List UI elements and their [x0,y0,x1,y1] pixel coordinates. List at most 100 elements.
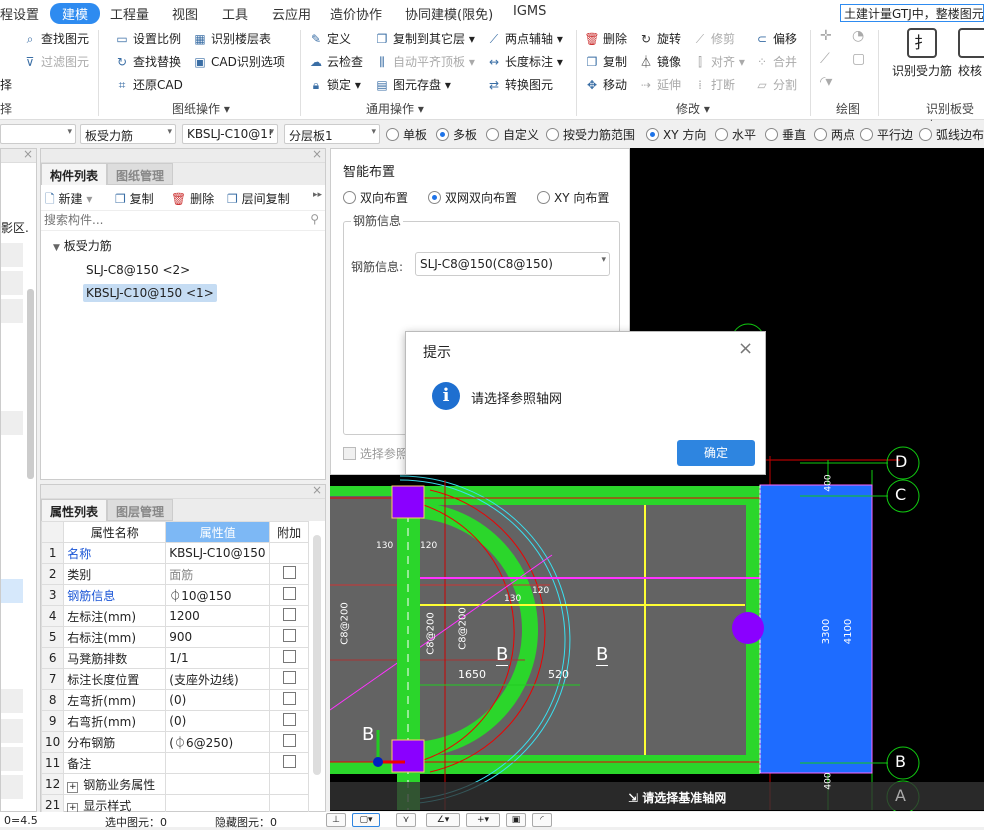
intersect-toggle[interactable]: ⋎ [396,813,416,827]
extra-checkbox[interactable] [282,671,296,684]
property-value[interactable] [165,773,271,795]
restore-cad-button[interactable]: ⌗ 还原CAD [114,76,183,93]
nav-item[interactable] [1,299,23,323]
floor-copy-button[interactable]: ❐ 层间复制 [227,190,290,207]
close-icon[interactable]: × [312,483,322,497]
table-row[interactable]: 12 + 钢筋业务属性 [40,773,309,795]
align-button[interactable]: ⫿ 对齐 ▾ [692,53,745,70]
nav-item[interactable] [1,243,23,267]
length-dim-button[interactable]: ↔ 长度标注 ▾ [486,53,563,70]
set-scale-button[interactable]: ▭ 设置比例 [114,30,181,47]
copy-to-layer-button[interactable]: ❐ 复制到其它层 ▾ [374,30,475,47]
group-label-drawing-ops[interactable]: 图纸操作 ▾ [172,100,230,117]
radio-two-points[interactable]: 两点 [814,126,855,143]
tab-drawing-management[interactable]: 图纸管理 [107,163,174,185]
close-icon[interactable]: × [23,147,33,161]
radio-arc-edge[interactable]: 弧线边布 [919,126,984,143]
tab-cost-collab[interactable]: 造价协作 [330,4,382,23]
rebar-info-select[interactable]: SLJ-C8@150(C8@150) [415,252,610,276]
radio-xy-layout[interactable]: XY 向布置 [537,189,609,206]
radio-single-slab[interactable]: 单板 [386,126,427,143]
nav-item[interactable] [1,271,23,295]
break-button[interactable]: ⁞ 打断 [692,76,735,93]
extra-checkbox[interactable] [282,692,296,705]
layer-dropdown[interactable]: 分层板1 [284,124,380,144]
nav-item[interactable] [1,689,23,713]
search-icon[interactable]: ⚲ [310,212,319,226]
rect-icon[interactable]: ▢ [852,51,865,67]
nav-item[interactable] [1,747,23,771]
table-row[interactable]: 6 马凳筋排数 1/1 [40,647,309,669]
radio-multi-slab[interactable]: 多板 [436,126,477,143]
close-icon[interactable]: × [312,147,322,161]
split-button[interactable]: ▱ 分割 [754,76,797,93]
lock-button[interactable]: 🔒︎ 锁定 ▾ [308,76,361,93]
two-point-axis-button[interactable]: ⟋ 两点辅轴 ▾ [486,30,563,47]
arc-icon[interactable]: ◜▾ [820,74,832,90]
radio-horizontal[interactable]: 水平 [715,126,756,143]
tab-component-list[interactable]: 构件列表 [41,163,108,185]
trim-button[interactable]: ⟋ 修剪 [692,30,735,47]
search-input[interactable] [41,211,291,229]
tab-layer-management[interactable]: 图层管理 [107,499,174,521]
extra-checkbox[interactable] [282,608,296,621]
tab-cloud[interactable]: 云应用 [272,4,311,23]
offset-button[interactable]: ⊂ 偏移 [754,30,797,47]
property-value[interactable]: (0) [165,710,271,732]
mirror-button[interactable]: ⏃ 镜像 [638,53,681,70]
element-type-dropdown[interactable]: 板受力筋 [80,124,176,144]
merge-button[interactable]: ⁘ 合并 [754,53,797,70]
property-value[interactable]: 900 [165,626,271,648]
extra-checkbox[interactable] [282,629,296,642]
cad-options-button[interactable]: ▣ CAD识别选项 [192,53,285,70]
find-element-button[interactable]: ⌕ 查找图元 [22,30,89,47]
close-icon[interactable]: × [738,338,753,359]
group-label-modify[interactable]: 修改 ▾ [676,100,710,117]
tab-quantity[interactable]: 工程量 [110,4,149,23]
ok-button[interactable]: 确定 [677,440,755,466]
radio-xy-direction[interactable]: XY 方向 [646,126,706,143]
check-button[interactable]: 校核 [958,28,984,79]
extra-checkbox[interactable] [282,587,296,600]
table-row[interactable]: 3 钢筋信息 ⏀10@150 [40,584,309,606]
table-row[interactable]: 8 左弯折(mm) (0) [40,689,309,711]
group-label-general-ops[interactable]: 通用操作 ▾ [366,100,424,117]
angle-toggle[interactable]: ∠▾ [426,813,460,827]
table-row[interactable]: 9 右弯折(mm) (0) [40,710,309,732]
delete-button[interactable]: 🗑︎ 删除 [171,190,214,207]
property-value[interactable]: (0) [165,689,271,711]
snap-toggle[interactable]: ▢▾ [352,813,380,827]
radio-by-rebar-range[interactable]: 按受力筋范围 [546,126,635,143]
point-icon[interactable]: ✛ [820,28,832,44]
property-value[interactable]: 1200 [165,605,271,627]
table-row[interactable]: 10 分布钢筋 (⏀6@250) [40,731,309,753]
scrollbar[interactable] [27,289,34,479]
property-value[interactable]: ⏀10@150 [165,584,271,606]
nav-item[interactable] [1,775,23,799]
element-name-dropdown[interactable]: KBSLJ-C10@1! [182,124,278,144]
element-save-button[interactable]: ▤ 图元存盘 ▾ [374,76,451,93]
convert-element-button[interactable]: ⇄ 转换图元 [486,76,553,93]
ortho-toggle[interactable]: ⊥ [326,813,346,827]
extra-checkbox[interactable] [282,713,296,726]
extra-checkbox[interactable] [282,650,296,663]
floor-dropdown[interactable] [0,124,76,144]
auto-align-top-button[interactable]: ⫼ 自动平齐顶板 ▾ [374,53,475,70]
extra-checkbox[interactable] [282,566,296,579]
tab-project-settings[interactable]: 程设置 [0,4,39,23]
radio-custom[interactable]: 自定义 [486,126,539,143]
extra-checkbox[interactable] [282,734,296,747]
more-icon[interactable]: ▸▸ [313,190,322,200]
layer-toggle[interactable]: ▣ [506,813,526,827]
tab-tools[interactable]: 工具 [222,4,248,23]
delete-button[interactable]: 🗑︎ 删除 [584,30,627,47]
tab-modeling[interactable]: 建模 [50,3,101,24]
select-reference-checkbox[interactable]: 选择参照 [343,445,408,462]
table-row[interactable]: 5 右标注(mm) 900 [40,626,309,648]
identify-rebar-button[interactable]: 扌 识别受力筋 [890,28,954,79]
property-value[interactable]: (⏀6@250) [165,731,271,753]
table-row[interactable]: 1 名称 KBSLJ-C10@150 [40,542,309,564]
radio-bidirectional[interactable]: 双向布置 [343,189,408,206]
define-button[interactable]: ✎ 定义 [308,30,351,47]
nav-item[interactable] [1,411,23,435]
